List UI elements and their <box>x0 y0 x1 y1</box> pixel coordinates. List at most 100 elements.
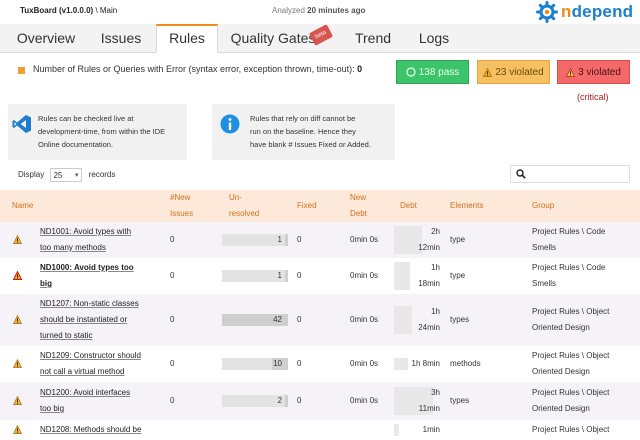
col-group[interactable]: Group <box>532 198 554 214</box>
rule-name-line[interactable]: ND1001: Avoid types with <box>40 227 131 236</box>
visual-studio-icon[interactable] <box>12 114 32 134</box>
rule-name-line[interactable]: turned to static <box>40 331 92 340</box>
pass-count: 138 pass <box>418 67 460 78</box>
new-issues-value: 0 <box>170 315 175 324</box>
group-value: Project Rules \ Object Oriented Design <box>532 304 609 336</box>
rule-name-line[interactable]: ND1207: Non-static classes <box>40 299 139 308</box>
tab-logs[interactable]: Logs <box>410 24 458 52</box>
info-box-ide: Rules can be checked live at development… <box>8 104 187 160</box>
rule-name-link[interactable]: ND1209: Constructor should not call a vir… <box>40 348 141 380</box>
rule-name-line[interactable]: not call a virtual method <box>40 367 125 376</box>
error-count: 0 <box>357 64 363 74</box>
error-summary: Number of Rules or Queries with Error (s… <box>33 64 362 74</box>
table-row[interactable]: ND1209: Constructor should not call a vir… <box>0 346 640 382</box>
fixed-value: 0 <box>297 235 302 244</box>
analyzed-prefix: Analyzed <box>272 6 308 15</box>
col-debt[interactable]: Debt <box>400 198 417 214</box>
rule-name-link[interactable]: ND1200: Avoid interfaces too big <box>40 385 130 417</box>
info-baseline-line-2: run on the baseline. Hence they <box>250 127 356 136</box>
violated-badge[interactable]: 23 violated <box>477 60 550 84</box>
new-issues-value: 0 <box>170 396 175 405</box>
row-status <box>13 234 22 246</box>
unresolved-bar[interactable]: 42 <box>222 314 288 326</box>
logo-rest: depend <box>571 2 634 21</box>
search-input[interactable] <box>529 167 629 183</box>
search-box[interactable] <box>510 165 630 183</box>
rule-name-line[interactable]: ND1209: Constructor should <box>40 351 141 360</box>
col-new-issues[interactable]: #New Issues <box>170 190 193 222</box>
debt-line: 1h 8min <box>411 359 440 368</box>
unresolved-value: 2 <box>277 396 282 405</box>
violated-count: 23 violated <box>495 67 544 78</box>
group-line: Oriented Design <box>532 404 590 413</box>
debt-line: 1h <box>431 307 440 316</box>
display-suffix: records <box>88 170 116 180</box>
records-select-value: 25 <box>53 171 63 180</box>
unresolved-bar[interactable]: 1 <box>222 234 288 246</box>
table-row[interactable]: ND1200: Avoid interfaces too big 0 2 0 0min 0… <box>0 382 640 420</box>
ndepend-logo[interactable]: ndepend <box>536 1 633 23</box>
debt-value: 1min <box>394 422 440 438</box>
group-line: Smells <box>532 279 557 288</box>
rule-name-line[interactable]: too many methods <box>40 243 106 252</box>
elements-value[interactable]: types <box>450 393 469 409</box>
group-value: Project Rules \ Code Smells <box>532 224 605 256</box>
rule-name-line[interactable]: ND1000: Avoid types too <box>40 263 134 272</box>
records-select[interactable]: 25 ▾ <box>50 168 83 182</box>
tab-quality-gates[interactable]: Quality Gates <box>226 24 320 52</box>
unresolved-bar[interactable]: 2 <box>222 395 288 407</box>
table-row[interactable]: ND1000: Avoid types too big 0 1 0 0min 0s 1h 18… <box>0 258 640 294</box>
group-line: Oriented Design <box>532 323 590 332</box>
elements-value[interactable]: type <box>450 232 465 248</box>
rule-name-link[interactable]: ND1208: Methods should be <box>40 422 141 438</box>
unresolved-bar[interactable]: 1 <box>222 270 288 282</box>
rule-name-link[interactable]: ND1207: Non-static classes should be inst… <box>40 296 139 344</box>
elements-value[interactable]: methods <box>450 356 481 372</box>
table-row[interactable]: ND1208: Methods should be 1min Project Rul… <box>0 420 640 440</box>
new-debt-value: 0min 0s <box>350 235 379 244</box>
debt-value: 3h 11min <box>394 385 440 417</box>
tab-trend[interactable]: Trend <box>344 24 402 52</box>
elements-value[interactable]: types <box>450 312 469 328</box>
col-new-issues-line-2: Issues <box>170 209 194 218</box>
rule-name-link[interactable]: ND1000: Avoid types too big <box>40 260 134 292</box>
rule-name-line[interactable]: should be instantiated or <box>40 315 127 324</box>
error-marker <box>18 67 25 74</box>
rule-name-line[interactable]: ND1200: Avoid interfaces <box>40 388 130 397</box>
col-fixed[interactable]: Fixed <box>297 198 317 214</box>
tab-rules[interactable]: Rules <box>156 24 218 53</box>
pass-badge[interactable]: 138 pass <box>396 60 469 84</box>
branch-name: \ Main <box>93 6 118 15</box>
elements-value[interactable]: type <box>450 268 465 284</box>
critical-violated-count: 3 violated <box>578 67 621 78</box>
new-debt-value: 0min 0s <box>350 315 379 324</box>
logo-n: n <box>561 2 572 21</box>
display-prefix: Display <box>18 170 45 180</box>
col-unresolved[interactable]: Un-resolved <box>229 190 259 222</box>
app-name: TuxBoard (v1.0.0.0) <box>20 6 94 15</box>
rule-name-line[interactable]: too big <box>40 404 64 413</box>
info-ide-line-3[interactable]: Online documentation. <box>38 140 113 149</box>
col-unresolved-line-1: Un- <box>229 193 242 202</box>
unresolved-bar[interactable]: 10 <box>222 358 288 370</box>
col-elements[interactable]: Elements <box>450 198 483 214</box>
info-box-baseline: Rules that rely on diff cannot be run on… <box>212 104 395 160</box>
debt-value: 1h 18min <box>394 260 440 292</box>
tab-overview[interactable]: Overview <box>8 24 84 52</box>
group-value: Project Rules \ Object Oriented Design <box>532 385 609 417</box>
col-new-debt-line-2: Debt <box>350 209 367 218</box>
table-row[interactable]: ND1207: Non-static classes should be inst… <box>0 294 640 346</box>
col-name[interactable]: Name <box>12 198 33 214</box>
col-new-issues-line-1: #New <box>170 193 191 202</box>
rule-name-link[interactable]: ND1001: Avoid types with too many methods <box>40 224 131 256</box>
row-status <box>13 424 22 436</box>
gear-icon <box>536 1 558 23</box>
rule-name-line[interactable]: big <box>40 279 52 288</box>
col-new-debt[interactable]: New Debt <box>350 190 367 222</box>
table-row[interactable]: ND1001: Avoid types with too many methods… <box>0 222 640 258</box>
group-line: Project Rules \ Object <box>532 388 610 397</box>
debt-line: 24min <box>418 323 440 332</box>
tab-issues[interactable]: Issues <box>92 24 150 52</box>
critical-violated-badge[interactable]: 3 violated <box>557 60 630 84</box>
group-line: Project Rules \ Object <box>532 307 610 316</box>
